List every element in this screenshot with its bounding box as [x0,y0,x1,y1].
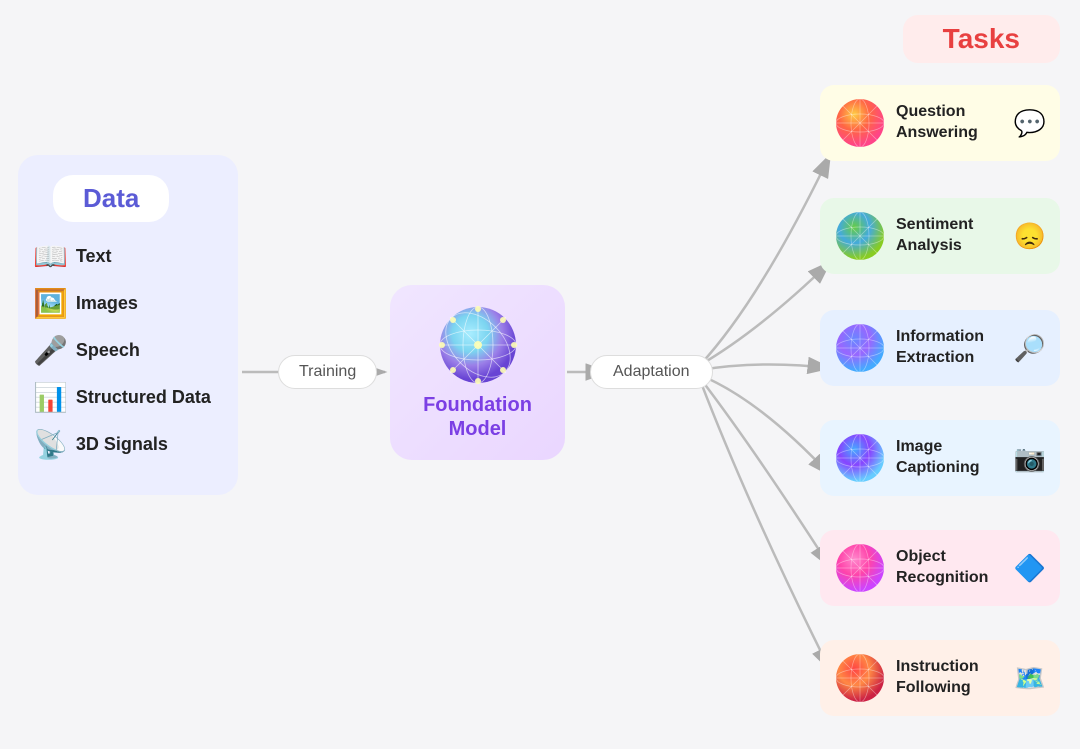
data-item-label: 3D Signals [76,434,168,455]
task-card-5: Instruction Following 🗺️ [820,640,1060,716]
data-title: Data [83,183,139,213]
foundation-label: FoundationModel [423,393,532,441]
data-icon-0: 📖 [33,240,68,273]
task-right-icon-4: 🔷 [1014,553,1046,584]
data-item-3d-signals: 📡 3D Signals [33,428,223,461]
task-right-icon-0: 💬 [1014,108,1046,139]
task-sphere-5 [834,652,886,704]
data-item-label: Speech [76,340,140,361]
task-right-icon-3: 📷 [1014,443,1046,474]
task-label-3: Image Captioning [896,437,1004,479]
training-label: Training [278,355,377,389]
data-item-label: Text [76,246,112,267]
data-icon-3: 📊 [33,381,68,414]
data-icon-4: 📡 [33,428,68,461]
data-item-structured-data: 📊 Structured Data [33,381,223,414]
task-sphere-1 [834,210,886,262]
tasks-title: Tasks [943,23,1020,54]
foundation-model-box: FoundationModel [390,285,565,460]
adaptation-label: Adaptation [590,355,713,389]
foundation-sphere [438,305,518,385]
task-sphere-0 [834,97,886,149]
task-right-icon-2: 🔎 [1014,333,1046,364]
task-right-icon-1: 😞 [1014,221,1046,252]
task-label-1: Sentiment Analysis [896,215,1004,257]
task-right-icon-5: 🗺️ [1014,663,1046,694]
data-panel: Data 📖 Text 🖼️ Images 🎤 Speech 📊 Structured… [18,155,238,495]
data-icon-1: 🖼️ [33,287,68,320]
task-sphere-3 [834,432,886,484]
tasks-header: Tasks [903,15,1060,63]
data-item-text: 📖 Text [33,240,223,273]
data-title-box: Data [53,175,169,222]
task-sphere-4 [834,542,886,594]
task-card-2: Information Extraction 🔎 [820,310,1060,386]
task-label-0: Question Answering [896,102,1004,144]
task-label-2: Information Extraction [896,327,1004,369]
task-label-4: Object Recognition [896,547,1004,589]
task-sphere-2 [834,322,886,374]
task-label-5: Instruction Following [896,657,1004,699]
task-card-0: Question Answering 💬 [820,85,1060,161]
data-item-label: Structured Data [76,387,211,408]
data-item-label: Images [76,293,138,314]
task-card-3: Image Captioning 📷 [820,420,1060,496]
task-card-4: Object Recognition 🔷 [820,530,1060,606]
task-card-1: Sentiment Analysis 😞 [820,198,1060,274]
data-item-speech: 🎤 Speech [33,334,223,367]
data-icon-2: 🎤 [33,334,68,367]
data-item-images: 🖼️ Images [33,287,223,320]
